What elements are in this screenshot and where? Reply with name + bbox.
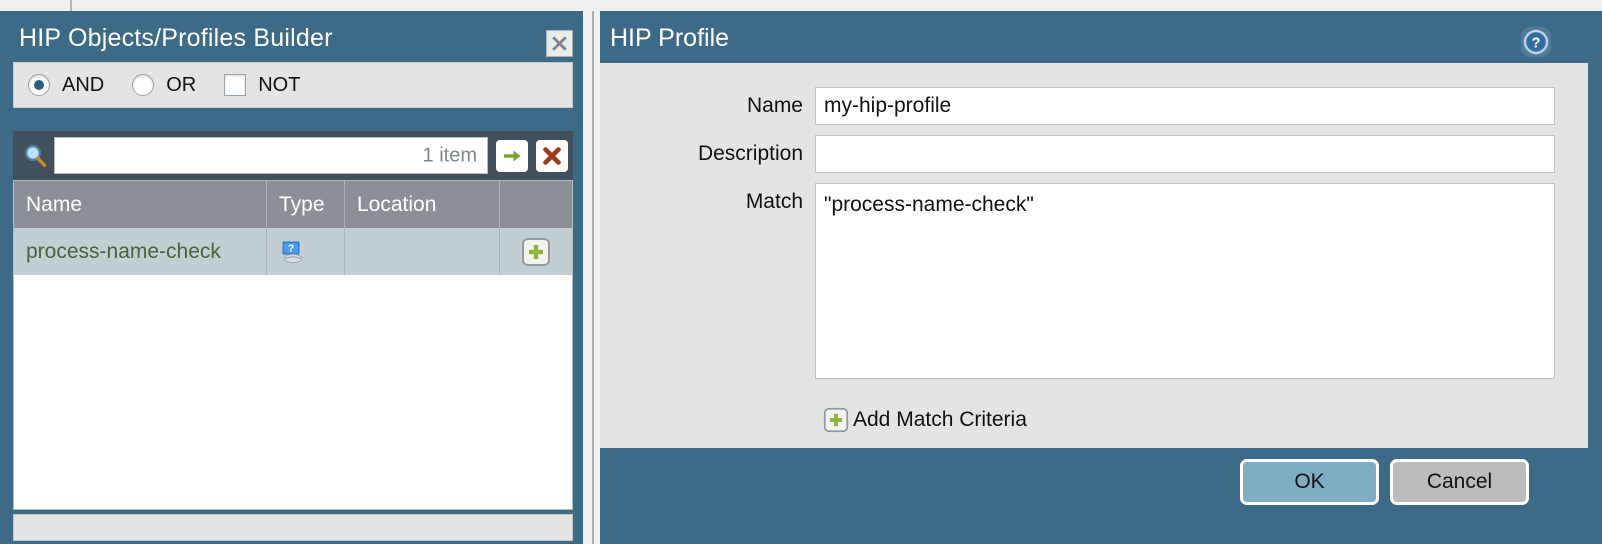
red-x-icon [541,145,563,167]
dialog-button-row: OK Cancel [1240,459,1529,505]
profile-titlebar: HIP Profile ? [600,11,1602,63]
hip-object-icon: ? [279,239,305,265]
table-header-row: Name Type Location [14,181,572,228]
builder-footer-bar [13,514,573,541]
field-row-name: Name [600,87,1555,125]
table-row[interactable]: process-name-check ? [14,228,572,275]
column-header-type[interactable]: Type [267,181,345,228]
hip-objects-table: Name Type Location process-name-check ? [13,180,573,510]
clear-filter-button[interactable] [536,140,568,172]
radio-and-label: AND [62,74,104,97]
close-button[interactable] [546,30,573,57]
checkbox-not[interactable] [224,74,246,96]
checkbox-not-group[interactable]: NOT [224,74,300,97]
svg-text:?: ? [288,242,294,254]
green-arrow-icon [501,145,523,167]
plus-icon [823,407,849,433]
name-label: Name [600,87,815,125]
search-input[interactable] [55,138,487,173]
ok-button[interactable]: OK [1240,459,1379,505]
add-match-criteria-label: Add Match Criteria [853,408,1027,432]
field-row-description: Description [600,135,1555,173]
cell-name: process-name-check [14,228,267,275]
search-icon [21,142,49,170]
window-edge-tick [70,0,72,11]
hip-objects-profiles-builder-dialog: HIP Objects/Profiles Builder AND OR NOT [0,11,583,544]
cancel-button[interactable]: Cancel [1390,459,1529,505]
plus-icon[interactable] [521,237,551,267]
column-header-actions [500,181,572,228]
cell-type: ? [267,228,345,275]
add-match-criteria-button[interactable]: Add Match Criteria [823,407,1027,433]
column-header-name[interactable]: Name [14,181,267,228]
name-input[interactable] [815,87,1555,125]
match-textarea[interactable] [815,183,1555,379]
radio-or[interactable] [132,74,154,96]
logic-operator-bar: AND OR NOT [13,62,573,108]
radio-or-group[interactable]: OR [132,74,196,97]
radio-or-label: OR [166,74,196,97]
svg-text:?: ? [1532,35,1541,51]
panel-divider [592,11,594,544]
search-input-wrapper[interactable]: 1 item [54,137,488,174]
builder-title: HIP Objects/Profiles Builder [19,24,333,53]
column-header-location[interactable]: Location [345,181,500,228]
profile-form: Name Description Match Add Match Criteri… [600,63,1588,448]
description-label: Description [600,135,815,173]
builder-titlebar: HIP Objects/Profiles Builder [0,11,583,62]
radio-and-group[interactable]: AND [28,74,104,97]
close-icon [550,34,569,53]
cell-action[interactable] [500,228,572,275]
apply-filter-button[interactable] [496,140,528,172]
checkbox-not-label: NOT [258,74,300,97]
search-toolbar: 1 item [13,131,573,180]
profile-title: HIP Profile [610,24,729,53]
description-input[interactable] [815,135,1555,173]
hip-profile-dialog: HIP Profile ? Name Description Match [600,11,1602,544]
help-icon[interactable]: ? [1519,25,1553,59]
screen-root: HIP Objects/Profiles Builder AND OR NOT [0,0,1602,544]
field-row-match: Match [600,183,1555,379]
radio-and[interactable] [28,74,50,96]
cell-location [345,228,500,275]
match-label: Match [600,183,815,221]
